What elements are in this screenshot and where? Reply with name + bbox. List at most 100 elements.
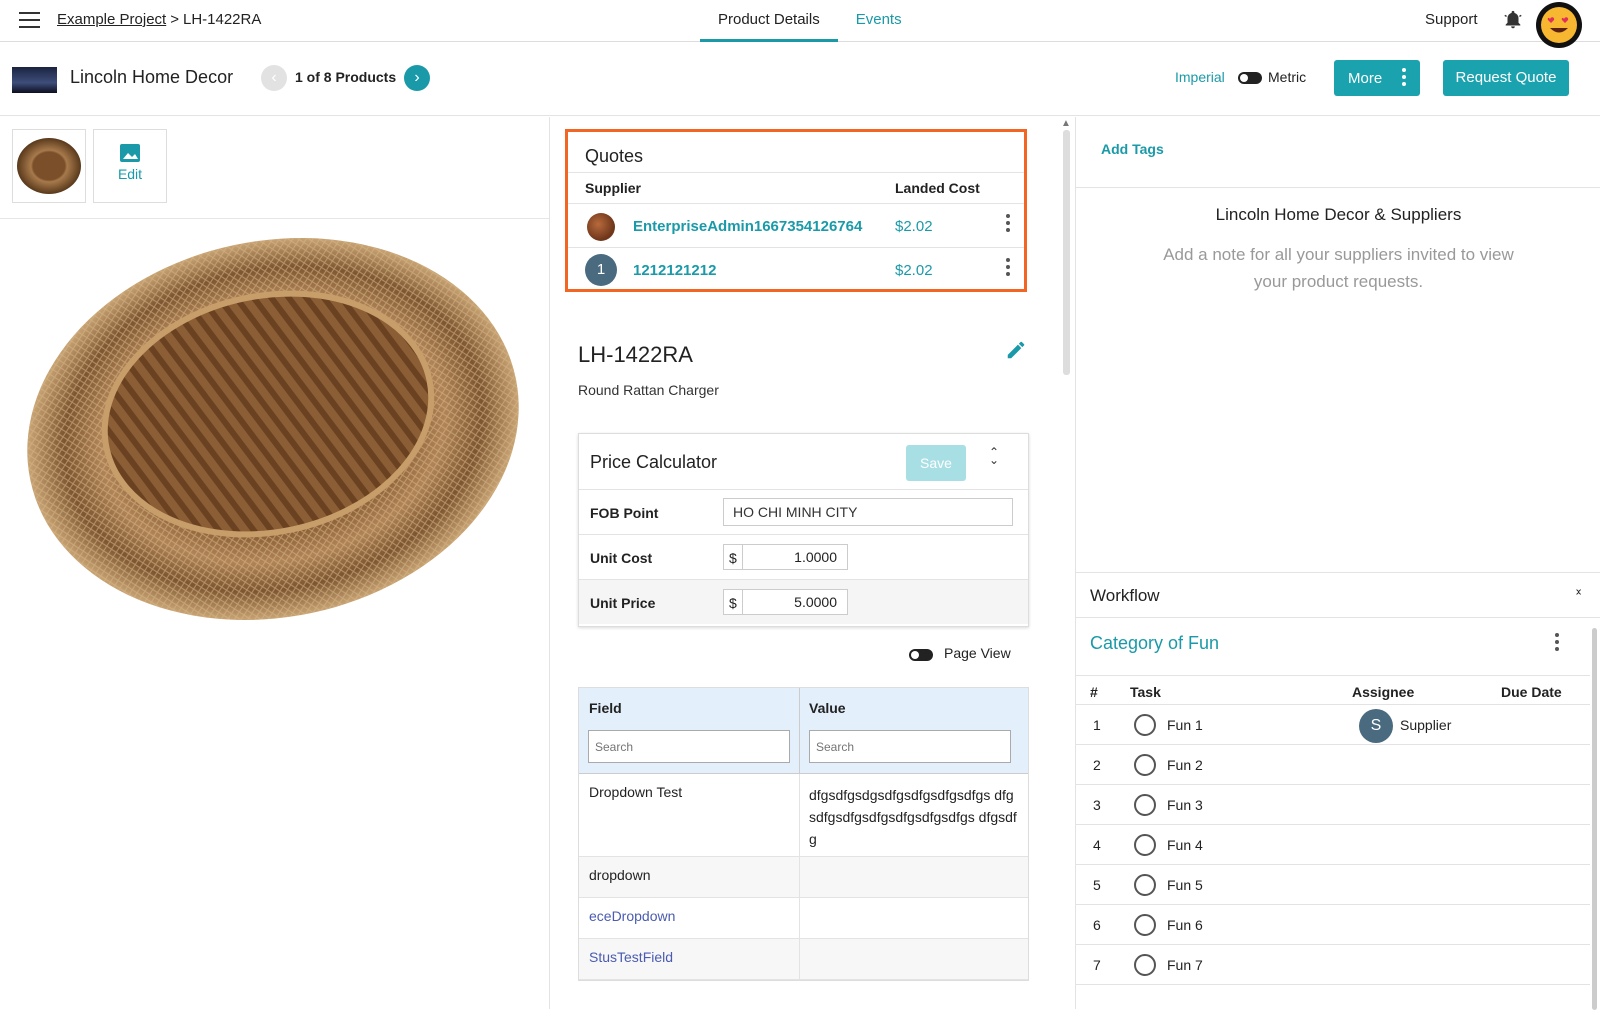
task-checkbox-icon[interactable] bbox=[1134, 954, 1156, 976]
quote-row-menu-icon[interactable] bbox=[1006, 214, 1010, 235]
product-image bbox=[27, 238, 519, 620]
task-row[interactable]: 7 Fun 7 bbox=[1076, 945, 1590, 985]
middle-scrollbar[interactable] bbox=[1063, 130, 1070, 375]
main-tabs: Product Details Events bbox=[700, 0, 920, 42]
task-checkbox-icon[interactable] bbox=[1134, 874, 1156, 896]
field-value: dfgsdfgsdgsdfgsdfgsdfgsdfgs dfgsdfgsdfgs… bbox=[809, 787, 1017, 847]
more-button-label: More bbox=[1348, 70, 1383, 87]
unit-imperial-label[interactable]: Imperial bbox=[1175, 69, 1225, 85]
task-row[interactable]: 4 Fun 4 bbox=[1076, 825, 1590, 865]
table-row[interactable]: Dropdown Test dfgsdfgsdgsdfgsdfgsdfgsdfg… bbox=[579, 774, 1028, 857]
add-tags-link[interactable]: Add Tags bbox=[1101, 141, 1164, 157]
request-quote-button[interactable]: Request Quote bbox=[1443, 60, 1569, 96]
product-id-title: LH-1422RA bbox=[578, 342, 693, 367]
previous-product-button[interactable]: ‹ bbox=[261, 65, 287, 91]
company-logo bbox=[12, 67, 57, 93]
unit-cost-row: Unit Cost $ bbox=[579, 534, 1028, 579]
task-checkbox-icon[interactable] bbox=[1134, 834, 1156, 856]
product-image-pane: Edit bbox=[0, 117, 550, 1009]
assignee-avatar: S bbox=[1359, 709, 1393, 743]
price-calculator: Price Calculator Save ⌃⌄ FOB Point Unit … bbox=[578, 433, 1029, 627]
more-button[interactable]: More bbox=[1334, 60, 1420, 96]
task-name: Fun 1 bbox=[1167, 717, 1203, 733]
save-button[interactable]: Save bbox=[906, 445, 966, 481]
landed-cost-value: $2.02 bbox=[895, 262, 933, 279]
task-name: Fun 3 bbox=[1167, 797, 1203, 813]
quote-row[interactable]: 1 1212121212 $2.02 bbox=[568, 247, 1024, 291]
heart-eyes-emoji-icon bbox=[1547, 17, 1569, 33]
currency-symbol: $ bbox=[723, 544, 743, 570]
value-search-input[interactable] bbox=[809, 730, 1011, 763]
landed-cost-value: $2.02 bbox=[895, 218, 933, 235]
quote-row-menu-icon[interactable] bbox=[1006, 258, 1010, 279]
supplier-column-header: Supplier bbox=[585, 180, 642, 196]
task-checkbox-icon[interactable] bbox=[1134, 794, 1156, 816]
supplier-name-link[interactable]: EnterpriseAdmin1667354126764 bbox=[633, 218, 862, 235]
task-name: Fun 4 bbox=[1167, 837, 1203, 853]
user-avatar[interactable] bbox=[1536, 2, 1582, 48]
support-link[interactable]: Support bbox=[1425, 11, 1478, 28]
edit-pencil-icon[interactable] bbox=[1005, 339, 1027, 361]
breadcrumb-project-link[interactable]: Example Project bbox=[57, 11, 166, 28]
product-pager-text: 1 of 8 Products bbox=[295, 69, 397, 85]
field-name-link[interactable]: eceDropdown bbox=[589, 908, 675, 924]
table-row[interactable]: StusTestField bbox=[579, 939, 1028, 980]
unit-toggle[interactable] bbox=[1238, 72, 1262, 84]
notification-bell-icon[interactable] bbox=[1502, 8, 1524, 32]
task-row[interactable]: 1 Fun 1 S Supplier bbox=[1076, 705, 1590, 745]
field-search-input[interactable] bbox=[588, 730, 790, 763]
task-name: Fun 2 bbox=[1167, 757, 1203, 773]
supplier-name-link[interactable]: 1212121212 bbox=[633, 262, 716, 279]
quote-row[interactable]: EnterpriseAdmin1667354126764 $2.02 bbox=[568, 203, 1024, 247]
collapse-icon[interactable]: ⌄ ⌃ bbox=[1574, 584, 1583, 603]
tab-events[interactable]: Events bbox=[838, 0, 920, 42]
fob-point-input[interactable] bbox=[723, 498, 1013, 526]
workflow-category-link[interactable]: Category of Fun bbox=[1090, 633, 1219, 654]
tab-product-details[interactable]: Product Details bbox=[700, 0, 838, 42]
scroll-up-icon[interactable]: ▲ bbox=[1061, 118, 1071, 129]
quotes-panel: Quotes Supplier Landed Cost EnterpriseAd… bbox=[565, 129, 1027, 292]
task-number: 6 bbox=[1093, 917, 1101, 933]
num-column-header: # bbox=[1090, 684, 1098, 700]
unit-price-input[interactable] bbox=[742, 589, 848, 615]
value-column-header: Value bbox=[809, 700, 846, 716]
table-row[interactable]: dropdown bbox=[579, 857, 1028, 898]
task-row[interactable]: 5 Fun 5 bbox=[1076, 865, 1590, 905]
task-row[interactable]: 2 Fun 2 bbox=[1076, 745, 1590, 785]
category-menu-icon[interactable] bbox=[1555, 633, 1559, 654]
task-row[interactable]: 3 Fun 3 bbox=[1076, 785, 1590, 825]
image-thumbnail[interactable] bbox=[12, 129, 86, 203]
unit-price-label: Unit Price bbox=[590, 595, 656, 611]
expand-collapse-icon[interactable]: ⌃ ⌄ bbox=[989, 446, 999, 466]
field-name-link[interactable]: StusTestField bbox=[589, 949, 673, 965]
task-checkbox-icon[interactable] bbox=[1134, 914, 1156, 936]
next-product-button[interactable]: › bbox=[404, 65, 430, 91]
task-name: Fun 7 bbox=[1167, 957, 1203, 973]
task-row[interactable]: 6 Fun 6 bbox=[1076, 905, 1590, 945]
task-number: 4 bbox=[1093, 837, 1101, 853]
breadcrumb: Example Project > LH-1422RA bbox=[57, 11, 261, 28]
due-date-column-header: Due Date bbox=[1501, 684, 1562, 700]
page-view-label: Page View bbox=[944, 645, 1011, 661]
supplier-note-placeholder[interactable]: Add a note for all your suppliers invite… bbox=[1161, 241, 1516, 295]
unit-cost-input[interactable] bbox=[742, 544, 848, 570]
field-column-header: Field bbox=[589, 700, 622, 716]
fob-point-label: FOB Point bbox=[590, 505, 659, 521]
fob-point-row: FOB Point bbox=[579, 489, 1028, 534]
assignee-column-header: Assignee bbox=[1352, 684, 1415, 700]
workflow-panel: Workflow ⌄ ⌃ Category of Fun # Task Assig… bbox=[1076, 572, 1600, 1010]
workflow-scrollbar[interactable] bbox=[1592, 628, 1597, 1010]
assignee-name: Supplier bbox=[1400, 717, 1452, 733]
fields-table: Field Value Dropdown Test dfgsdfgsdgsdfg… bbox=[578, 687, 1029, 981]
unit-metric-label[interactable]: Metric bbox=[1268, 69, 1306, 85]
edit-label: Edit bbox=[117, 166, 143, 182]
breadcrumb-current: LH-1422RA bbox=[182, 11, 262, 28]
task-checkbox-icon[interactable] bbox=[1134, 714, 1156, 736]
page-view-toggle[interactable] bbox=[909, 649, 933, 661]
table-row[interactable]: eceDropdown bbox=[579, 898, 1028, 939]
edit-images-button[interactable]: Edit bbox=[93, 129, 167, 203]
quotes-title: Quotes bbox=[585, 146, 644, 166]
menu-icon[interactable] bbox=[19, 12, 40, 28]
task-checkbox-icon[interactable] bbox=[1134, 754, 1156, 776]
product-subheader: Lincoln Home Decor ‹ 1 of 8 Products › I… bbox=[0, 43, 1600, 116]
